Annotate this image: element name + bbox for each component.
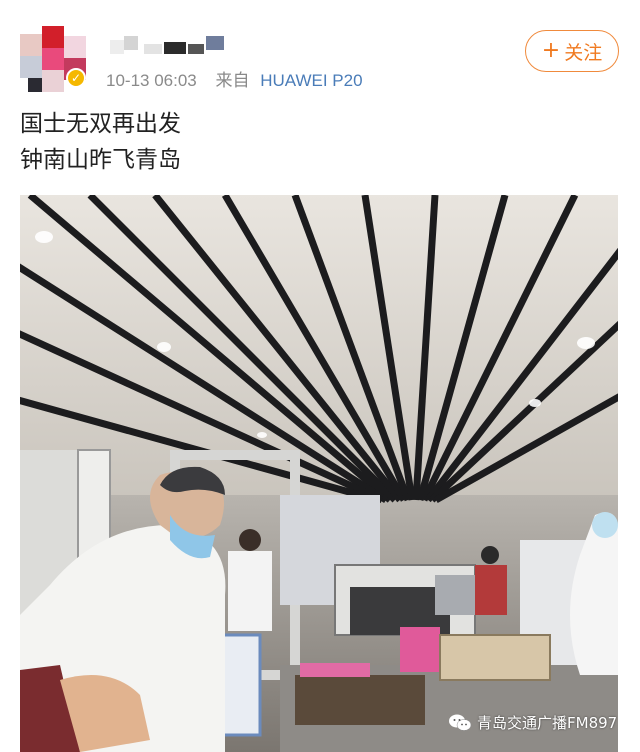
post-text-line: 国士无双再出发 — [20, 111, 181, 137]
post-text: 国士无双再出发 钟南山昨飞青岛 — [20, 106, 181, 178]
device-link[interactable]: HUAWEI P20 — [260, 71, 362, 90]
post-time: 10-13 06:03 — [106, 71, 197, 90]
airport-security-photo — [20, 195, 618, 752]
source-prefix: 来自 — [215, 71, 250, 90]
photo-watermark: 青岛交通广播FM897 — [448, 712, 617, 733]
follow-button[interactable]: + 关注 — [525, 30, 619, 72]
post-text-line: 钟南山昨飞青岛 — [20, 147, 181, 173]
verified-badge-icon: ✓ — [66, 68, 86, 88]
plus-icon: + — [541, 38, 561, 63]
wechat-icon — [449, 714, 472, 731]
post-photo[interactable] — [20, 195, 618, 752]
watermark-text: 青岛交通广播FM897 — [477, 714, 618, 732]
post-meta: 10-13 06:03 来自 HUAWEI P20 — [106, 66, 363, 91]
follow-label: 关注 — [564, 41, 603, 64]
username[interactable] — [110, 34, 230, 60]
